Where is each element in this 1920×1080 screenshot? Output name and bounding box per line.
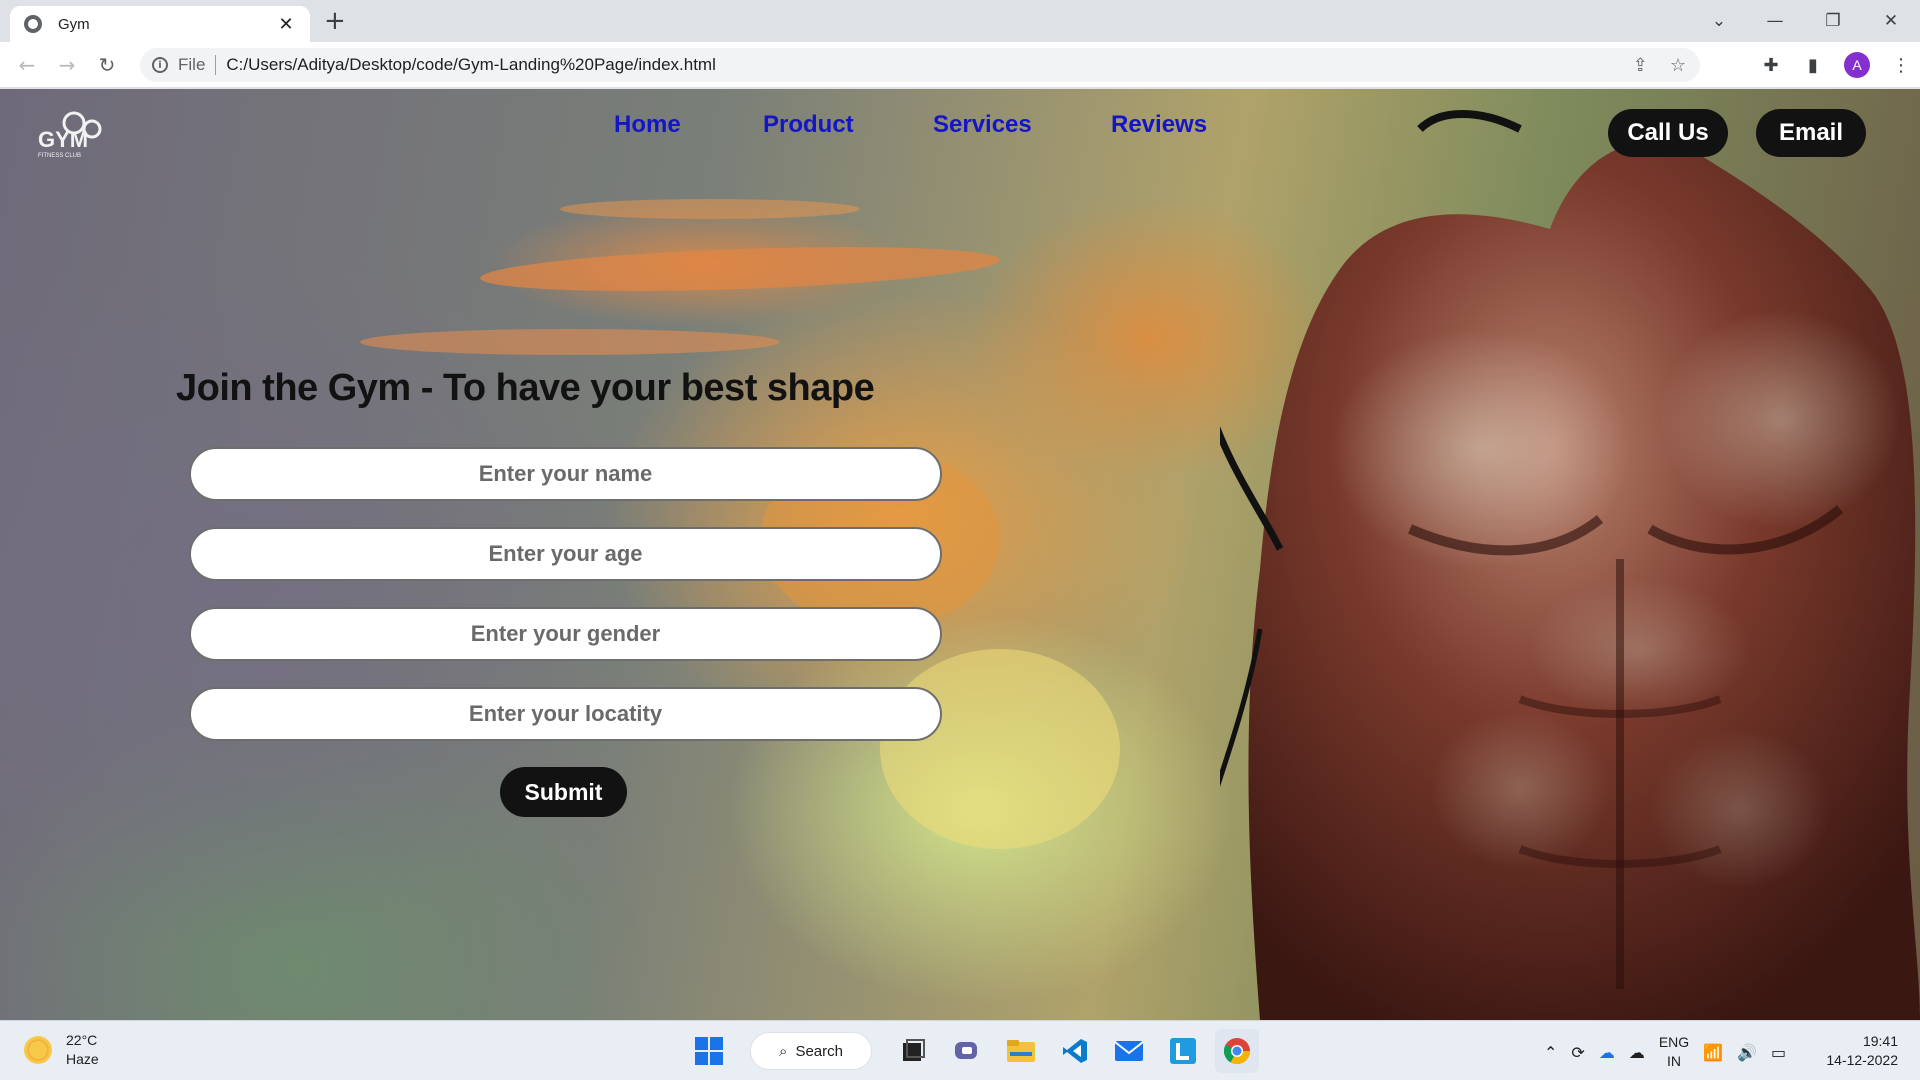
clock-date: 14-12-2022 bbox=[1826, 1052, 1898, 1068]
weather-widget[interactable]: 22°C Haze bbox=[24, 1031, 99, 1069]
paint-streak bbox=[479, 239, 1001, 299]
age-input[interactable] bbox=[189, 527, 942, 581]
battery-icon[interactable]: ▭ bbox=[1771, 1043, 1786, 1062]
onedrive-cloud-icon[interactable]: ☁ bbox=[1599, 1043, 1615, 1062]
volume-icon[interactable]: 🔊 bbox=[1737, 1043, 1757, 1062]
windows-taskbar: 22°C Haze ⌕ Search ⌃ ⟳ ☁ ☁ ENG IN 📶 🔊 ▭ … bbox=[0, 1020, 1920, 1080]
url-scheme: File bbox=[178, 55, 206, 74]
profile-avatar[interactable]: A bbox=[1844, 52, 1870, 78]
new-tab-button[interactable]: + bbox=[324, 7, 346, 35]
browser-toolbar: ← → ↻ i File C:/Users/Aditya/Desktop/cod… bbox=[0, 42, 1920, 88]
lang-line-2: IN bbox=[1666, 1053, 1681, 1069]
sun-haze-icon bbox=[24, 1036, 52, 1064]
clock-time: 19:41 bbox=[1862, 1033, 1898, 1049]
side-panel-icon[interactable]: ▮ bbox=[1802, 54, 1824, 76]
tab-title: Gym bbox=[58, 15, 90, 33]
close-window-button[interactable]: ✕ bbox=[1868, 0, 1914, 42]
mail-icon[interactable] bbox=[1107, 1029, 1151, 1073]
weather-text: Haze bbox=[66, 1051, 99, 1067]
nav-link-product[interactable]: Product bbox=[763, 111, 854, 139]
extensions-icon[interactable]: ✚ bbox=[1760, 54, 1782, 76]
windows-start-icon[interactable] bbox=[687, 1029, 731, 1073]
share-icon[interactable]: ⇪ bbox=[1633, 55, 1648, 76]
file-explorer-icon[interactable] bbox=[999, 1029, 1043, 1073]
menu-icon[interactable]: ⋮ bbox=[1890, 54, 1912, 76]
info-icon[interactable]: i bbox=[152, 57, 168, 73]
back-icon[interactable]: ← bbox=[12, 50, 42, 80]
globe-icon bbox=[24, 15, 42, 33]
search-icon: ⌕ bbox=[779, 1042, 788, 1060]
tab-strip: Gym ✕ + ⌄ — ❐ ✕ bbox=[0, 0, 1920, 42]
vscode-icon[interactable] bbox=[1053, 1029, 1097, 1073]
taskbar-search[interactable]: ⌕ Search bbox=[750, 1032, 872, 1070]
nav-link-reviews[interactable]: Reviews bbox=[1111, 111, 1207, 139]
tab-close-button[interactable]: ✕ bbox=[276, 14, 296, 35]
wifi-icon[interactable]: 📶 bbox=[1703, 1043, 1723, 1062]
browser-tab[interactable]: Gym ✕ bbox=[10, 6, 310, 42]
language-indicator[interactable]: ENG IN bbox=[1659, 1033, 1689, 1071]
athlete-figure-image bbox=[1220, 110, 1920, 1020]
nav-link-services[interactable]: Services bbox=[933, 111, 1032, 139]
show-hidden-icons-chevron[interactable]: ⌃ bbox=[1544, 1043, 1557, 1062]
page-viewport: GYM FITNESS CLUB Home Product Services R… bbox=[0, 89, 1920, 1020]
name-input[interactable] bbox=[189, 447, 942, 501]
l-app-icon[interactable] bbox=[1161, 1029, 1205, 1073]
task-view-icon[interactable] bbox=[891, 1029, 935, 1073]
url-divider bbox=[215, 55, 217, 75]
sync-icon[interactable]: ⟳ bbox=[1571, 1043, 1584, 1062]
page-headline: Join the Gym - To have your best shape bbox=[176, 367, 875, 409]
paint-streak bbox=[360, 329, 780, 355]
paint-splash bbox=[880, 649, 1120, 849]
url-text[interactable]: C:/Users/Aditya/Desktop/code/Gym-Landing… bbox=[226, 55, 715, 75]
taskbar-search-label: Search bbox=[795, 1042, 843, 1060]
forward-icon[interactable]: → bbox=[52, 50, 82, 80]
system-clock[interactable]: 19:41 14-12-2022 bbox=[1826, 1032, 1898, 1070]
minimize-button[interactable]: — bbox=[1752, 0, 1798, 42]
teams-chat-icon[interactable] bbox=[945, 1029, 989, 1073]
submit-button[interactable]: Submit bbox=[500, 767, 627, 817]
cloud-error-icon[interactable]: ☁ bbox=[1629, 1043, 1645, 1062]
tab-search-icon[interactable]: ⌄ bbox=[1696, 0, 1742, 42]
temperature-text: 22°C bbox=[66, 1032, 98, 1048]
restore-button[interactable]: ❐ bbox=[1810, 0, 1856, 42]
call-us-button[interactable]: Call Us bbox=[1608, 109, 1728, 157]
svg-text:FITNESS CLUB: FITNESS CLUB bbox=[38, 153, 81, 159]
address-bar[interactable]: i File C:/Users/Aditya/Desktop/code/Gym-… bbox=[140, 48, 1700, 82]
paint-streak bbox=[560, 199, 860, 219]
lang-line-1: ENG bbox=[1658, 1034, 1690, 1050]
bookmark-star-icon[interactable]: ☆ bbox=[1670, 55, 1686, 76]
email-button[interactable]: Email bbox=[1756, 109, 1866, 157]
reload-icon[interactable]: ↻ bbox=[92, 50, 122, 80]
gender-input[interactable] bbox=[189, 607, 942, 661]
chrome-icon[interactable] bbox=[1215, 1029, 1259, 1073]
nav-link-home[interactable]: Home bbox=[614, 111, 681, 139]
locality-input[interactable] bbox=[189, 687, 942, 741]
